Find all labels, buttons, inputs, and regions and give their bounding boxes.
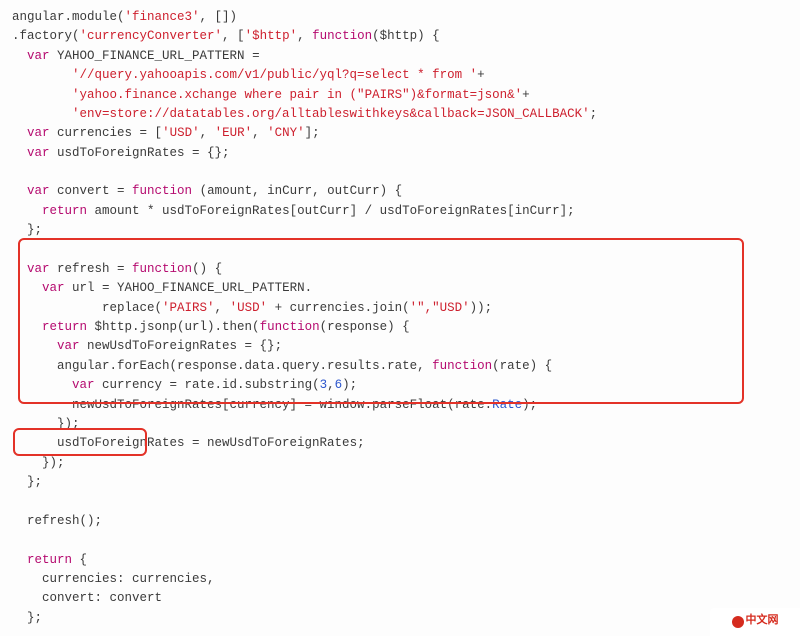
t: () { (192, 262, 222, 276)
t: var (27, 146, 50, 160)
t: usdToForeignRates = newUsdToForeignRates… (57, 436, 365, 450)
t: currencies: currencies, (42, 572, 215, 586)
t: ); (342, 378, 357, 392)
t: angular.module( (12, 10, 125, 24)
t: ; (590, 107, 598, 121)
t: }; (27, 475, 42, 489)
t: function (132, 184, 192, 198)
t: convert = (50, 184, 133, 198)
code-block: angular.module('finance3', []) .factory(… (12, 8, 788, 628)
t: var (27, 262, 50, 276)
t: ]; (305, 126, 320, 140)
t: angular.forEach(response.data.query.resu… (57, 359, 432, 373)
t: currency = rate.id.substring( (95, 378, 320, 392)
t: '//query.yahooapis.com/v1/public/yql?q=s… (72, 68, 477, 82)
t: , (200, 126, 215, 140)
t: var (42, 281, 65, 295)
t: refresh(); (27, 514, 102, 528)
t: ); (522, 398, 537, 412)
logo-text: 中文网 (746, 613, 779, 630)
t: }; (27, 223, 42, 237)
t: 'currencyConverter' (80, 29, 223, 43)
t: .factory( (12, 29, 80, 43)
t: var (27, 49, 50, 63)
t: }; (27, 611, 42, 625)
t: 6 (335, 378, 343, 392)
t: '","USD' (410, 301, 470, 315)
t: , (215, 301, 230, 315)
t: function (132, 262, 192, 276)
t: 'env=store://datatables.org/alltableswit… (72, 107, 590, 121)
t: , (252, 126, 267, 140)
t: (amount, inCurr, outCurr) { (192, 184, 402, 198)
t: newUsdToForeignRates[currency] = window.… (72, 398, 492, 412)
t: refresh = (50, 262, 133, 276)
t: 'yahoo.finance.xchange where pair in ("P… (72, 88, 522, 102)
t: Rate (492, 398, 522, 412)
t: , (297, 29, 312, 43)
t: (rate) { (492, 359, 552, 373)
t: function (312, 29, 372, 43)
t: )); (470, 301, 493, 315)
t: 'EUR' (215, 126, 253, 140)
t: + currencies.join( (267, 301, 410, 315)
logo-icon (732, 616, 744, 628)
t: ($http) { (372, 29, 440, 43)
t: convert: convert (42, 591, 162, 605)
t: 'finance3' (125, 10, 200, 24)
t: function (432, 359, 492, 373)
t: newUsdToForeignRates = {}; (80, 339, 283, 353)
t: var (27, 184, 50, 198)
t: }); (57, 417, 80, 431)
t: YAHOO_FINANCE_URL_PATTERN = (50, 49, 260, 63)
watermark-logo: 中文网 (710, 608, 800, 636)
t: usdToForeignRates = {}; (50, 146, 230, 160)
t: $http.jsonp(url).then( (87, 320, 260, 334)
t: url = YAHOO_FINANCE_URL_PATTERN. (65, 281, 313, 295)
t: }); (42, 456, 65, 470)
t: replace( (102, 301, 162, 315)
t: 'USD' (162, 126, 200, 140)
t: '$http' (245, 29, 298, 43)
t: amount * usdToForeignRates[outCurr] / us… (87, 204, 575, 218)
t: 'USD' (230, 301, 268, 315)
t: return (42, 320, 87, 334)
t: + (477, 68, 485, 82)
t: 3 (320, 378, 328, 392)
t: 'PAIRS' (162, 301, 215, 315)
t: function (260, 320, 320, 334)
t: var (72, 378, 95, 392)
t: var (27, 126, 50, 140)
t: currencies = [ (50, 126, 163, 140)
t: (response) { (320, 320, 410, 334)
t: var (57, 339, 80, 353)
t: , []) (200, 10, 238, 24)
t: 'CNY' (267, 126, 305, 140)
t: return (42, 204, 87, 218)
t: , [ (222, 29, 245, 43)
t: + (522, 88, 530, 102)
t: , (327, 378, 335, 392)
